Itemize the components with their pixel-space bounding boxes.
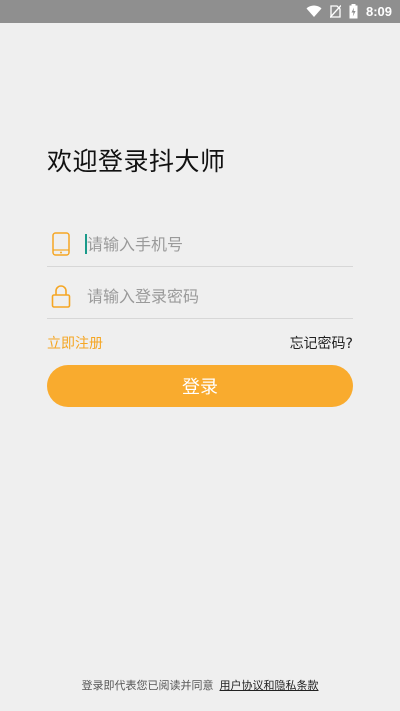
password-field-row	[47, 274, 353, 319]
login-button[interactable]: 登录	[47, 365, 353, 407]
agreement-text: 登录即代表您已阅读并同意	[81, 679, 214, 692]
battery-charging-icon	[349, 4, 358, 19]
register-link[interactable]: 立即注册	[47, 333, 103, 353]
agreement-footer: 登录即代表您已阅读并同意 用户协议和隐私条款	[0, 677, 400, 693]
no-sim-icon	[329, 5, 341, 18]
phone-icon	[49, 230, 73, 258]
clock: 8:09	[365, 4, 392, 19]
phone-input[interactable]	[85, 229, 349, 259]
agreement-link[interactable]: 用户协议和隐私条款	[220, 679, 319, 692]
status-bar: 8:09	[0, 0, 400, 23]
forgot-password-link[interactable]: 忘记密码?	[290, 333, 353, 353]
wifi-icon	[306, 5, 322, 17]
password-input[interactable]	[85, 281, 349, 311]
phone-field-row	[47, 222, 353, 267]
status-icons: 8:09	[306, 0, 392, 23]
text-cursor	[85, 234, 87, 254]
lock-icon	[49, 282, 73, 310]
page-title: 欢迎登录抖大师	[47, 147, 226, 176]
